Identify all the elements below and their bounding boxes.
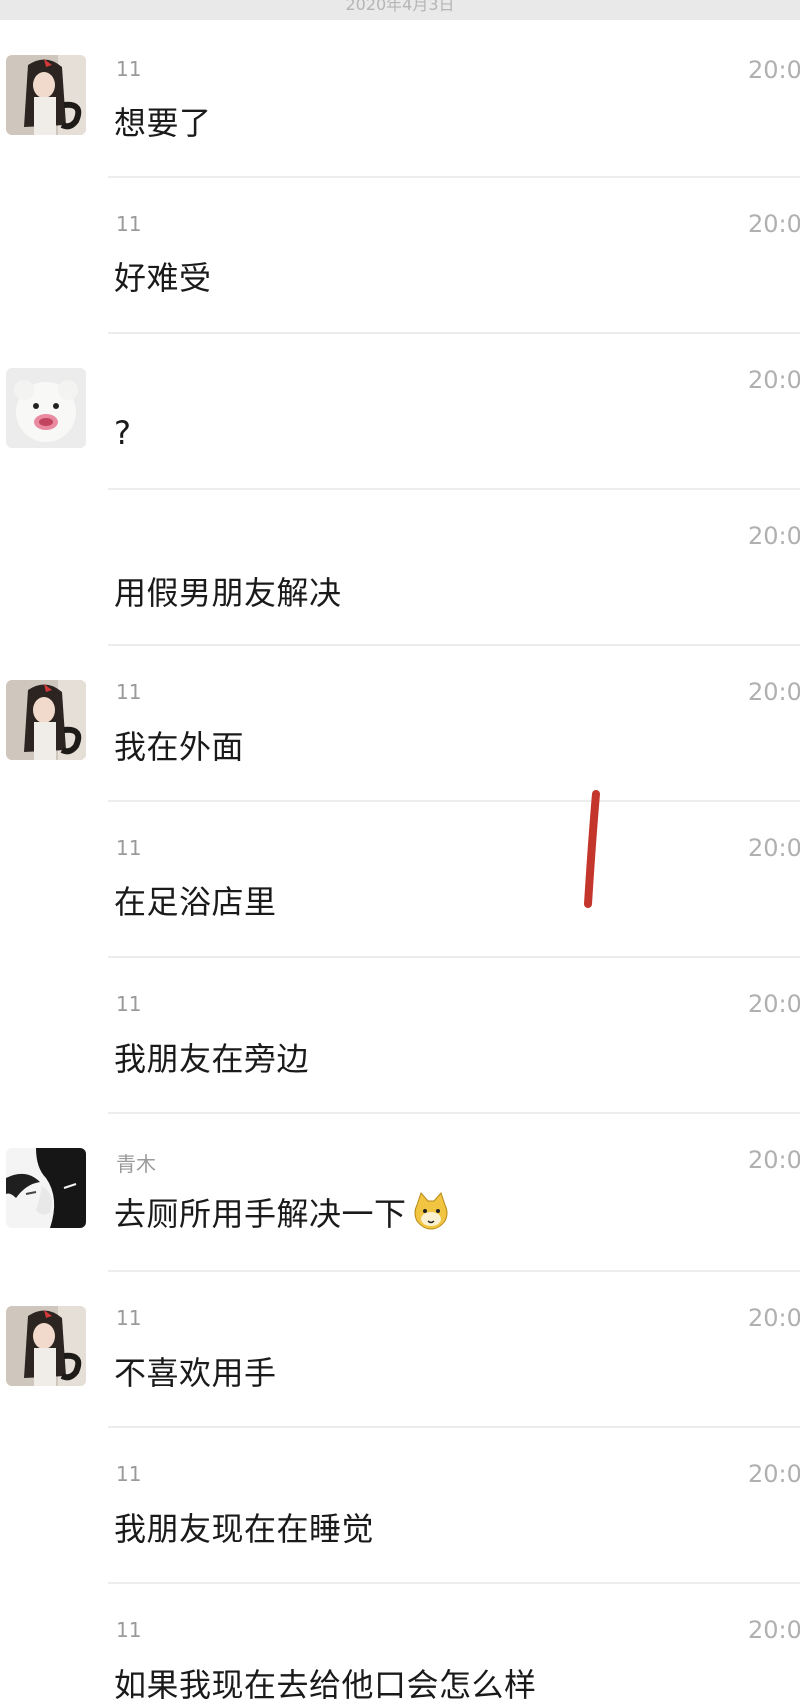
message-item[interactable]: 青木 去厕所用手解决一下 20:0 — [0, 1114, 800, 1270]
message-item[interactable]: ? 20:0 — [0, 334, 800, 488]
message-time: 20:0 — [748, 522, 800, 550]
message-text: 我朋友现在在睡觉 — [114, 1510, 375, 1548]
sender-name: 11 — [116, 836, 142, 860]
message-text: 在足浴店里 — [114, 883, 277, 921]
date-label: 2020年4月3日 — [345, 0, 455, 14]
cat-face-emoji-icon — [414, 1192, 448, 1230]
message-item[interactable]: 11 不喜欢用手 20:0 — [0, 1272, 800, 1426]
message-item[interactable]: 用假男朋友解决 20:0 — [0, 490, 800, 646]
girl-avatar-icon[interactable] — [6, 1306, 86, 1386]
sender-name: 青木 — [116, 1152, 156, 1176]
message-item[interactable]: 11 我朋友现在在睡觉 20:0 — [0, 1428, 800, 1584]
message-text: 想要了 — [114, 104, 212, 142]
message-time: 20:0 — [748, 366, 800, 394]
message-time: 20:0 — [748, 1460, 800, 1488]
girl-avatar-icon[interactable] — [6, 680, 86, 760]
sender-name: 11 — [116, 680, 142, 704]
message-text: ? — [114, 414, 132, 452]
sender-name: 11 — [116, 1462, 142, 1486]
message-item[interactable]: 11 我在外面 20:0 — [0, 646, 800, 800]
girl-avatar-icon[interactable] — [6, 55, 86, 135]
message-time: 20:0 — [748, 56, 800, 84]
sender-name: 11 — [116, 1306, 142, 1330]
message-text: 好难受 — [114, 259, 212, 297]
sender-name: 11 — [116, 57, 142, 81]
message-time: 20:0 — [748, 990, 800, 1018]
sender-name: 11 — [116, 212, 142, 236]
sender-name: 11 — [116, 1618, 142, 1642]
bear-avatar-icon[interactable] — [6, 368, 86, 448]
message-item[interactable]: 11 我朋友在旁边 20:0 — [0, 958, 800, 1112]
red-annotation-mark — [584, 790, 600, 908]
message-text-content: 去厕所用手解决一下 — [114, 1195, 407, 1233]
message-time: 20:0 — [748, 210, 800, 238]
message-item[interactable]: 11 在足浴店里 20:0 — [0, 802, 800, 958]
message-text: 我在外面 — [114, 728, 245, 766]
anime-avatar-icon[interactable] — [6, 1148, 86, 1228]
message-item[interactable]: 11 好难受 20:0 — [0, 178, 800, 334]
message-time: 20:0 — [748, 834, 800, 862]
message-time: 20:0 — [748, 678, 800, 706]
message-item[interactable]: 11 如果我现在去给他口会怎么样 20:0 — [0, 1584, 800, 1704]
message-text: 用假男朋友解决 — [114, 574, 342, 612]
sender-name: 11 — [116, 992, 142, 1016]
message-time: 20:0 — [748, 1146, 800, 1174]
date-header-bar: 2020年4月3日 — [0, 0, 800, 20]
message-text: 我朋友在旁边 — [114, 1040, 310, 1078]
message-text: 去厕所用手解决一下 — [114, 1189, 451, 1235]
message-item[interactable]: 11 想要了 20:0 — [0, 20, 800, 178]
message-time: 20:0 — [748, 1616, 800, 1644]
message-time: 20:0 — [748, 1304, 800, 1332]
message-text: 不喜欢用手 — [114, 1354, 277, 1392]
message-text: 如果我现在去给他口会怎么样 — [114, 1666, 537, 1704]
